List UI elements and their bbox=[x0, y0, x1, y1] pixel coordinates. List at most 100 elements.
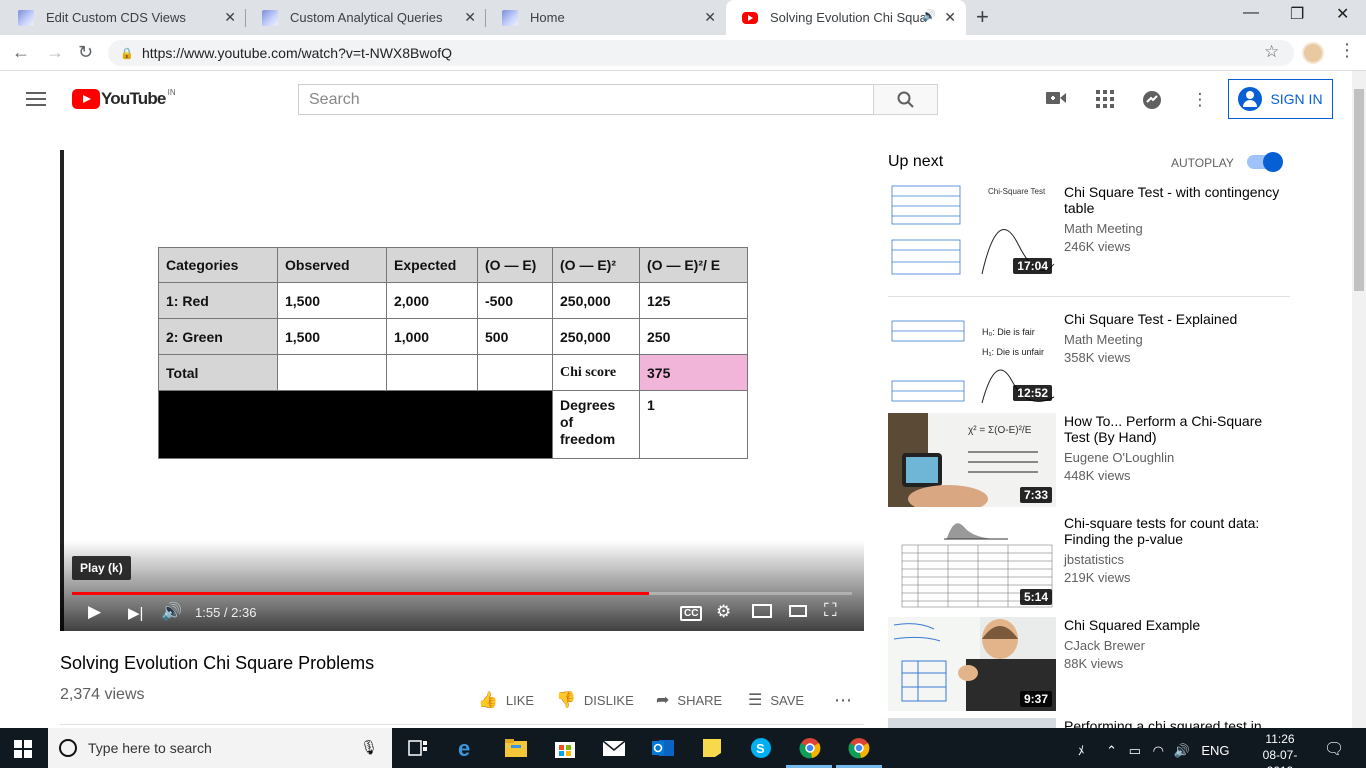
recommended-video[interactable]: H₀: Die is fair H₁: Die is unfair 12:52 C… bbox=[888, 311, 1290, 407]
chi-score-label: Chi score bbox=[552, 354, 640, 391]
outlook-icon[interactable] bbox=[651, 737, 675, 759]
page-scrollbar[interactable] bbox=[1352, 71, 1366, 728]
task-view-icon[interactable] bbox=[406, 737, 430, 759]
video-thumbnail[interactable] bbox=[888, 718, 1056, 728]
minimize-button[interactable]: — bbox=[1243, 4, 1259, 22]
channel-name[interactable]: CJack Brewer bbox=[1064, 638, 1145, 653]
guide-menu-icon[interactable] bbox=[26, 92, 46, 110]
maximize-button[interactable]: ❐ bbox=[1290, 4, 1304, 24]
apps-grid-icon[interactable] bbox=[1095, 90, 1115, 110]
back-arrow-icon[interactable]: ← bbox=[12, 42, 30, 63]
autoplay-toggle[interactable] bbox=[1247, 152, 1283, 172]
show-hidden-icons-icon[interactable]: ⌃ bbox=[1106, 743, 1117, 758]
search-icon bbox=[897, 91, 914, 108]
messages-icon[interactable] bbox=[1142, 90, 1162, 110]
youtube-logo[interactable]: YouTube IN bbox=[72, 88, 176, 109]
progress-bar[interactable] bbox=[72, 592, 852, 595]
video-player[interactable]: Categories Observed Expected (O — E) (O … bbox=[60, 150, 864, 631]
video-thumbnail[interactable]: 5:14 bbox=[888, 515, 1056, 609]
play-button-icon[interactable]: ▶ bbox=[88, 602, 101, 622]
scrollbar-thumb[interactable] bbox=[1354, 89, 1364, 291]
bookmark-star-icon[interactable]: ☆ bbox=[1264, 42, 1279, 62]
mail-icon[interactable] bbox=[602, 737, 626, 759]
recommended-title[interactable]: Performing a chi squared test in bbox=[1064, 718, 1284, 728]
recommended-video[interactable]: χ² = Σ(O-E)²/E 7:33 How To... Perform a … bbox=[888, 413, 1290, 509]
volume-tray-icon[interactable]: 🔊 bbox=[1174, 743, 1190, 758]
skype-icon[interactable]: S bbox=[749, 737, 773, 759]
microphone-icon[interactable]: 🎙 bbox=[360, 739, 378, 756]
tab-home[interactable]: Home ✕ bbox=[486, 0, 726, 35]
close-window-button[interactable]: ✕ bbox=[1336, 4, 1349, 24]
theater-mode-icon[interactable] bbox=[789, 605, 807, 617]
fullscreen-icon[interactable]: ⛶ bbox=[824, 600, 837, 621]
channel-name[interactable]: jbstatistics bbox=[1064, 552, 1124, 567]
search-input[interactable]: Search bbox=[298, 84, 874, 115]
table-row: Degrees of freedom 1 bbox=[158, 390, 748, 459]
search-button[interactable] bbox=[873, 84, 938, 115]
forward-arrow-icon[interactable]: → bbox=[46, 42, 64, 63]
volume-icon[interactable]: 🔊 bbox=[161, 602, 182, 622]
system-clock[interactable]: 11:26 08-07-2019 bbox=[1252, 731, 1308, 779]
view-count: 246K views bbox=[1064, 239, 1131, 254]
video-thumbnail[interactable]: H₀: Die is fair H₁: Die is unfair 12:52 bbox=[888, 311, 1056, 405]
svg-text:H₁: Die is unfair: H₁: Die is unfair bbox=[982, 347, 1044, 357]
action-center-icon[interactable]: 🗨 bbox=[1324, 739, 1344, 759]
recommended-title[interactable]: Chi Square Test - with contingency table bbox=[1064, 184, 1284, 216]
channel-name[interactable]: Math Meeting bbox=[1064, 332, 1143, 347]
sign-in-label: SIGN IN bbox=[1270, 91, 1323, 107]
recommended-video[interactable]: Performing a chi squared test in bbox=[888, 718, 1290, 728]
chrome-profile-icon[interactable] bbox=[798, 737, 822, 759]
svg-text:Chi-Square Test: Chi-Square Test bbox=[988, 187, 1046, 196]
new-tab-button[interactable]: + bbox=[976, 4, 989, 30]
windows-start-icon[interactable] bbox=[14, 740, 32, 758]
miniplayer-icon[interactable] bbox=[752, 604, 772, 618]
sign-in-button[interactable]: SIGN IN bbox=[1228, 79, 1333, 119]
settings-more-icon[interactable]: ⋮ bbox=[1190, 90, 1210, 110]
recommended-title[interactable]: Chi Square Test - Explained bbox=[1064, 311, 1284, 327]
close-tab-icon[interactable]: ✕ bbox=[464, 9, 476, 26]
recommended-video[interactable]: 9:37 Chi Squared Example CJack Brewer 88… bbox=[888, 617, 1290, 713]
table-cell: 1: Red bbox=[158, 282, 278, 319]
sticky-notes-icon[interactable] bbox=[700, 737, 724, 759]
edge-browser-icon[interactable]: e bbox=[456, 736, 480, 761]
channel-name[interactable]: Eugene O'Loughlin bbox=[1064, 450, 1174, 465]
video-thumbnail[interactable]: 9:37 bbox=[888, 617, 1056, 711]
file-explorer-icon[interactable] bbox=[504, 737, 528, 759]
system-tray: ﾒ ⌃ ▭ ◠ 🔊 ENG bbox=[1078, 740, 1230, 759]
tab-edit-cds[interactable]: Edit Custom CDS Views ✕ bbox=[2, 0, 246, 35]
share-button[interactable]: ➦ SHARE bbox=[656, 690, 722, 710]
video-thumbnail[interactable]: Chi-Square Test 17:04 bbox=[888, 184, 1056, 278]
like-button[interactable]: 👍 LIKE bbox=[478, 690, 534, 710]
close-tab-icon[interactable]: ✕ bbox=[704, 9, 716, 26]
speaker-icon[interactable]: 🔊 bbox=[922, 9, 936, 22]
close-tab-icon[interactable]: ✕ bbox=[944, 9, 956, 26]
recommended-video[interactable]: Chi-Square Test 17:04 Chi Square Test - … bbox=[888, 184, 1290, 280]
chrome-menu-icon[interactable]: ⋮ bbox=[1338, 40, 1356, 61]
dislike-button[interactable]: 👎 DISLIKE bbox=[556, 690, 634, 710]
language-indicator[interactable]: ENG bbox=[1201, 743, 1229, 758]
wifi-icon[interactable]: ◠ bbox=[1153, 743, 1164, 758]
settings-gear-icon[interactable]: ⚙ bbox=[716, 602, 731, 622]
recommended-video[interactable]: 5:14 Chi-square tests for count data: Fi… bbox=[888, 515, 1290, 611]
save-button[interactable]: ☰ SAVE bbox=[748, 690, 804, 710]
chrome-icon[interactable] bbox=[847, 737, 871, 759]
channel-name[interactable]: Math Meeting bbox=[1064, 221, 1143, 236]
next-button-icon[interactable]: ▶| bbox=[128, 604, 143, 622]
battery-icon[interactable]: ▭ bbox=[1129, 743, 1141, 758]
more-actions-icon[interactable]: ⋯ bbox=[834, 690, 852, 711]
recommended-title[interactable]: Chi-square tests for count data: Finding… bbox=[1064, 515, 1284, 547]
captions-icon[interactable]: CC bbox=[680, 606, 703, 621]
reload-icon[interactable]: ↻ bbox=[78, 42, 93, 63]
taskbar-search-input[interactable]: Type here to search 🎙 bbox=[48, 728, 392, 768]
people-icon[interactable]: ﾒ bbox=[1078, 743, 1085, 758]
profile-avatar[interactable] bbox=[1302, 42, 1324, 64]
close-tab-icon[interactable]: ✕ bbox=[224, 9, 236, 26]
recommended-title[interactable]: Chi Squared Example bbox=[1064, 617, 1284, 633]
recommended-title[interactable]: How To... Perform a Chi-Square Test (By … bbox=[1064, 413, 1284, 445]
create-video-icon[interactable] bbox=[1046, 90, 1066, 110]
video-thumbnail[interactable]: χ² = Σ(O-E)²/E 7:33 bbox=[888, 413, 1056, 507]
address-bar[interactable]: 🔒 https://www.youtube.com/watch?v=t-NWX8… bbox=[108, 40, 1294, 66]
microsoft-store-icon[interactable] bbox=[553, 737, 577, 759]
tab-youtube-active[interactable]: Solving Evolution Chi Square 🔊 ✕ bbox=[726, 0, 966, 35]
tab-custom-queries[interactable]: Custom Analytical Queries ✕ bbox=[246, 0, 486, 35]
